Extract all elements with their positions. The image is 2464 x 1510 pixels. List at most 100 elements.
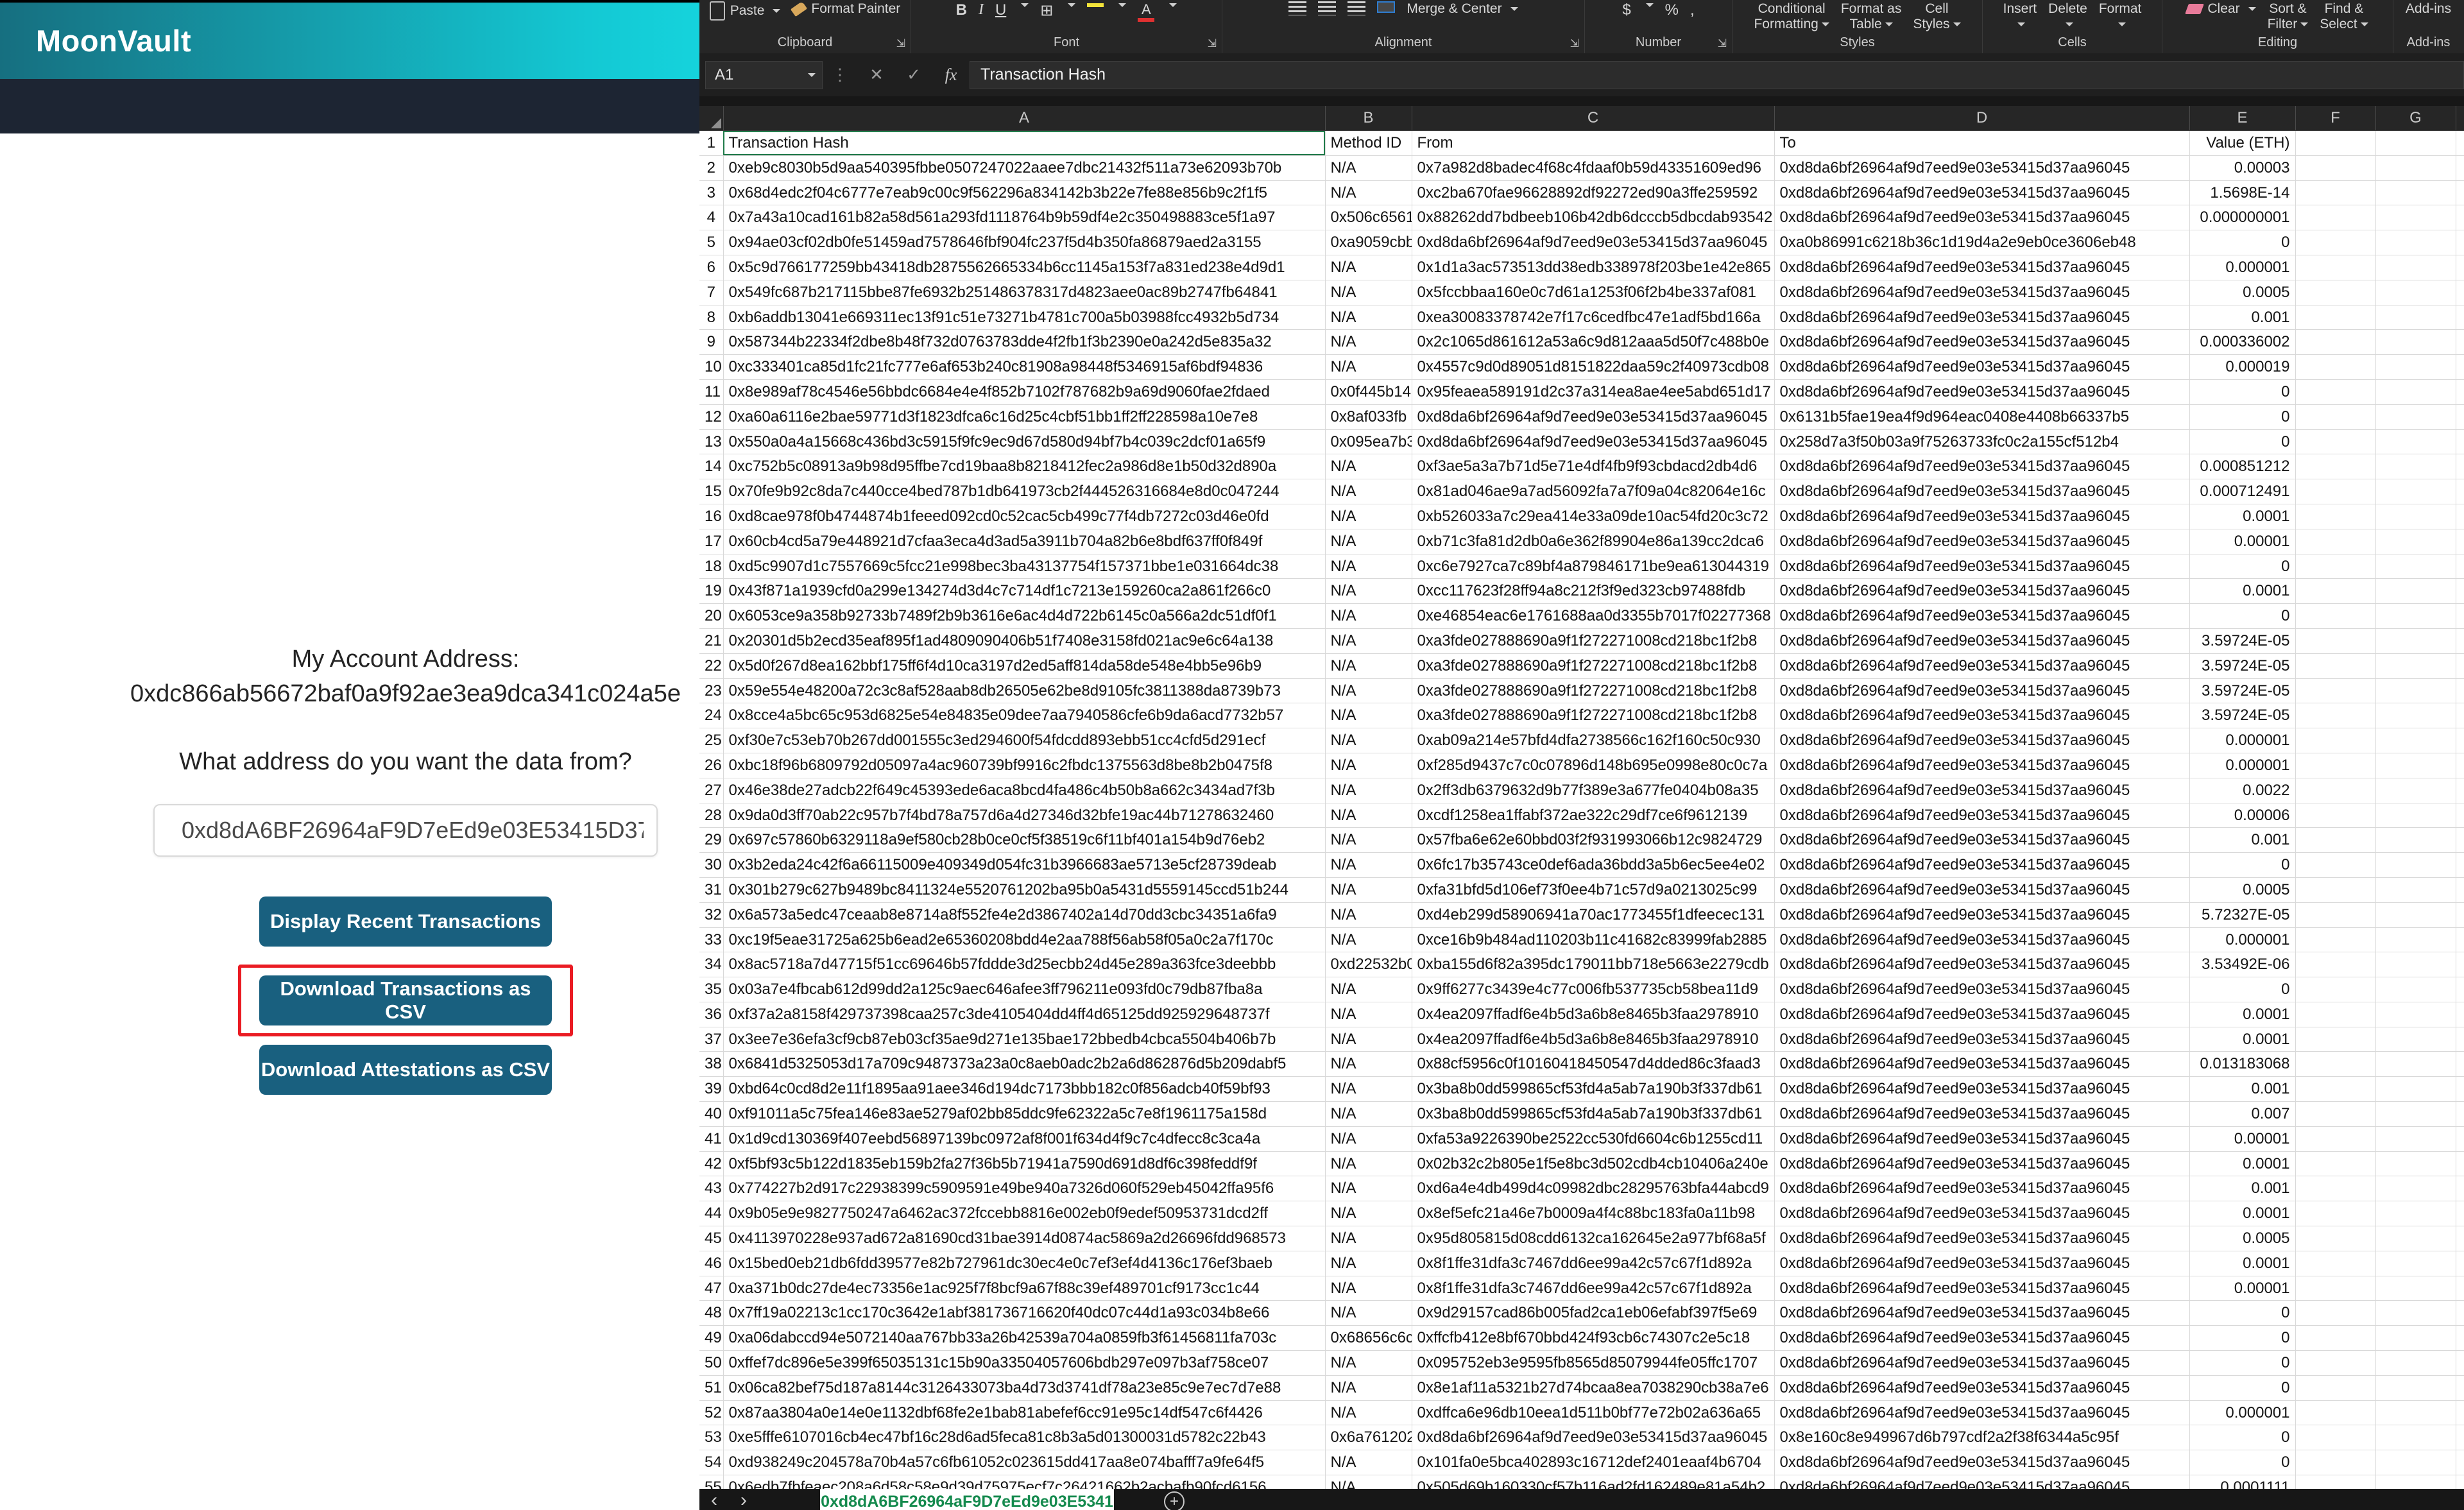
name-box-dropdown[interactable] xyxy=(798,62,822,89)
cell-A11[interactable]: 0x8e989af78c4546e56bbdc6684e4e4f852b7102… xyxy=(723,379,1325,404)
align-right-button[interactable] xyxy=(1348,1,1365,15)
cell-D52[interactable]: 0xd8da6bf26964af9d7eed9e03e53415d37aa960… xyxy=(1774,1400,2189,1425)
cell-B36[interactable]: N/A xyxy=(1325,1002,1412,1027)
cell-H55[interactable] xyxy=(2456,1475,2464,1489)
cell-F50[interactable] xyxy=(2295,1351,2375,1376)
cell-F14[interactable] xyxy=(2295,454,2375,479)
cell-G41[interactable] xyxy=(2375,1126,2456,1151)
cell-A42[interactable]: 0xf5bf93c5b122d1835eb159b2fa27f36b5b7194… xyxy=(723,1151,1325,1176)
row-number-41[interactable]: 41 xyxy=(699,1126,723,1151)
cell-E38[interactable]: 0.013183068 xyxy=(2189,1052,2295,1077)
cell-A44[interactable]: 0x9b05e9e9827750247a6462ac372fccebb8816e… xyxy=(723,1201,1325,1226)
cell-G32[interactable] xyxy=(2375,902,2456,927)
cell-G34[interactable] xyxy=(2375,952,2456,977)
cell-C29[interactable]: 0x57fba6e62e60bbd03f2f931993066b12c98247… xyxy=(1412,828,1774,853)
cell-B2[interactable]: N/A xyxy=(1325,155,1412,180)
cell-F21[interactable] xyxy=(2295,628,2375,653)
cell-G7[interactable] xyxy=(2375,280,2456,305)
cell-B1[interactable]: Method ID xyxy=(1325,131,1412,156)
cell-D20[interactable]: 0xd8da6bf26964af9d7eed9e03e53415d37aa960… xyxy=(1774,604,2189,629)
cell-E7[interactable]: 0.0005 xyxy=(2189,280,2295,305)
cell-D10[interactable]: 0xd8da6bf26964af9d7eed9e03e53415d37aa960… xyxy=(1774,355,2189,380)
fill-color-button[interactable] xyxy=(1087,1,1104,7)
cell-D42[interactable]: 0xd8da6bf26964af9d7eed9e03e53415d37aa960… xyxy=(1774,1151,2189,1176)
cell-D1[interactable]: To xyxy=(1774,131,2189,156)
italic-button[interactable]: I xyxy=(979,1,984,19)
cell-H50[interactable] xyxy=(2456,1351,2464,1376)
cell-D14[interactable]: 0xd8da6bf26964af9d7eed9e03e53415d37aa960… xyxy=(1774,454,2189,479)
cell-H44[interactable] xyxy=(2456,1201,2464,1226)
cell-F44[interactable] xyxy=(2295,1201,2375,1226)
cell-A5[interactable]: 0x94ae03cf02db0fe51459ad7578646fbf904fc2… xyxy=(723,230,1325,255)
cell-C32[interactable]: 0xd4eb299d58906941a70ac1773455f1dfeecec1… xyxy=(1412,902,1774,927)
cell-H30[interactable] xyxy=(2456,853,2464,878)
cell-A14[interactable]: 0xc752b5c08913a9b98d95ffbe7cd19baa8b8218… xyxy=(723,454,1325,479)
cell-C31[interactable]: 0xfa31bfd5d106ef73f0ee4b71c57d9a0213025c… xyxy=(1412,877,1774,902)
row-number-16[interactable]: 16 xyxy=(699,504,723,529)
cell-C52[interactable]: 0xdffca6e96db10eea1d511b0bf77e72b02a636a… xyxy=(1412,1400,1774,1425)
cell-E2[interactable]: 0.00003 xyxy=(2189,155,2295,180)
cell-H1[interactable] xyxy=(2456,131,2464,156)
cell-C45[interactable]: 0x95d805815d08cdd6132ca162645e2a977bf68a… xyxy=(1412,1226,1774,1251)
formula-bar-menu-icon[interactable]: ⋮ xyxy=(823,65,858,85)
row-number-35[interactable]: 35 xyxy=(699,977,723,1002)
cell-G33[interactable] xyxy=(2375,927,2456,952)
cell-E29[interactable]: 0.001 xyxy=(2189,828,2295,853)
conditional-formatting-button[interactable]: Conditional Formatting xyxy=(1754,1,1829,32)
cell-G6[interactable] xyxy=(2375,255,2456,280)
row-number-18[interactable]: 18 xyxy=(699,554,723,579)
cell-H20[interactable] xyxy=(2456,604,2464,629)
cell-D25[interactable]: 0xd8da6bf26964af9d7eed9e03e53415d37aa960… xyxy=(1774,728,2189,753)
cell-D50[interactable]: 0xd8da6bf26964af9d7eed9e03e53415d37aa960… xyxy=(1774,1351,2189,1376)
column-header-H-partial[interactable] xyxy=(2456,106,2464,131)
cell-A24[interactable]: 0x8cce4a5bc65c953d6825e54e84835e09dee7aa… xyxy=(723,703,1325,728)
cell-A38[interactable]: 0x6841d5325053d17a709c9487373a23a0c8aeb0… xyxy=(723,1052,1325,1077)
cell-D12[interactable]: 0x6131b5fae19ea4f9d964eac0408e4408b66337… xyxy=(1774,404,2189,429)
cell-G3[interactable] xyxy=(2375,180,2456,205)
cell-A35[interactable]: 0x03a7e4fbcab612d99dd2a125c9aec646afee3f… xyxy=(723,977,1325,1002)
percent-format-button[interactable]: % xyxy=(1665,1,1679,19)
cell-B26[interactable]: N/A xyxy=(1325,753,1412,778)
cell-F7[interactable] xyxy=(2295,280,2375,305)
cell-D22[interactable]: 0xd8da6bf26964af9d7eed9e03e53415d37aa960… xyxy=(1774,653,2189,678)
cell-C26[interactable]: 0xf285d9437c7c0c07896d148b695e0998e80c0c… xyxy=(1412,753,1774,778)
cell-G31[interactable] xyxy=(2375,877,2456,902)
cell-F11[interactable] xyxy=(2295,379,2375,404)
cell-G18[interactable] xyxy=(2375,554,2456,579)
cell-E11[interactable]: 0 xyxy=(2189,379,2295,404)
cell-F3[interactable] xyxy=(2295,180,2375,205)
row-number-25[interactable]: 25 xyxy=(699,728,723,753)
cell-E35[interactable]: 0 xyxy=(2189,977,2295,1002)
row-number-7[interactable]: 7 xyxy=(699,280,723,305)
cell-B23[interactable]: N/A xyxy=(1325,678,1412,703)
cell-B29[interactable]: N/A xyxy=(1325,828,1412,853)
cell-D5[interactable]: 0xa0b86991c6218b36c1d19d4a2e9eb0ce3606eb… xyxy=(1774,230,2189,255)
cell-C24[interactable]: 0xa3fde027888690a9f1f272271008cd218bc1f2… xyxy=(1412,703,1774,728)
find-select-button[interactable]: Find & Select xyxy=(2320,1,2368,32)
row-number-36[interactable]: 36 xyxy=(699,1002,723,1027)
cell-H26[interactable] xyxy=(2456,753,2464,778)
cell-G2[interactable] xyxy=(2375,155,2456,180)
cell-F9[interactable] xyxy=(2295,330,2375,355)
cancel-icon[interactable]: ✕ xyxy=(858,65,895,85)
cell-D26[interactable]: 0xd8da6bf26964af9d7eed9e03e53415d37aa960… xyxy=(1774,753,2189,778)
cell-F30[interactable] xyxy=(2295,853,2375,878)
cell-C40[interactable]: 0x3ba8b0dd599865cf53fd4a5ab7a190b3f337db… xyxy=(1412,1102,1774,1127)
cell-B35[interactable]: N/A xyxy=(1325,977,1412,1002)
row-number-3[interactable]: 3 xyxy=(699,180,723,205)
cell-B11[interactable]: 0x0f445b14 xyxy=(1325,379,1412,404)
cell-A9[interactable]: 0x587344b22334f2dbe8b48f732d0763783dde4f… xyxy=(723,330,1325,355)
cell-B30[interactable]: N/A xyxy=(1325,853,1412,878)
cell-G52[interactable] xyxy=(2375,1400,2456,1425)
cell-D51[interactable]: 0xd8da6bf26964af9d7eed9e03e53415d37aa960… xyxy=(1774,1375,2189,1400)
active-sheet-tab[interactable]: 0xd8dA6BF26964aF9D7eEd9e03E5341 xyxy=(820,1489,1114,1510)
cell-D49[interactable]: 0xd8da6bf26964af9d7eed9e03e53415d37aa960… xyxy=(1774,1326,2189,1351)
cell-A51[interactable]: 0x06ca82bef75d187a8144c3126433073ba4d73d… xyxy=(723,1375,1325,1400)
cell-A32[interactable]: 0x6a573a5edc47ceaab8e8714a8f552fe4e2d386… xyxy=(723,902,1325,927)
cell-H12[interactable] xyxy=(2456,404,2464,429)
cell-A26[interactable]: 0xbc18f96b6809792d05097a4ac960739bf9916c… xyxy=(723,753,1325,778)
cell-H45[interactable] xyxy=(2456,1226,2464,1251)
cell-G46[interactable] xyxy=(2375,1251,2456,1276)
row-number-47[interactable]: 47 xyxy=(699,1276,723,1301)
cell-H2[interactable] xyxy=(2456,155,2464,180)
